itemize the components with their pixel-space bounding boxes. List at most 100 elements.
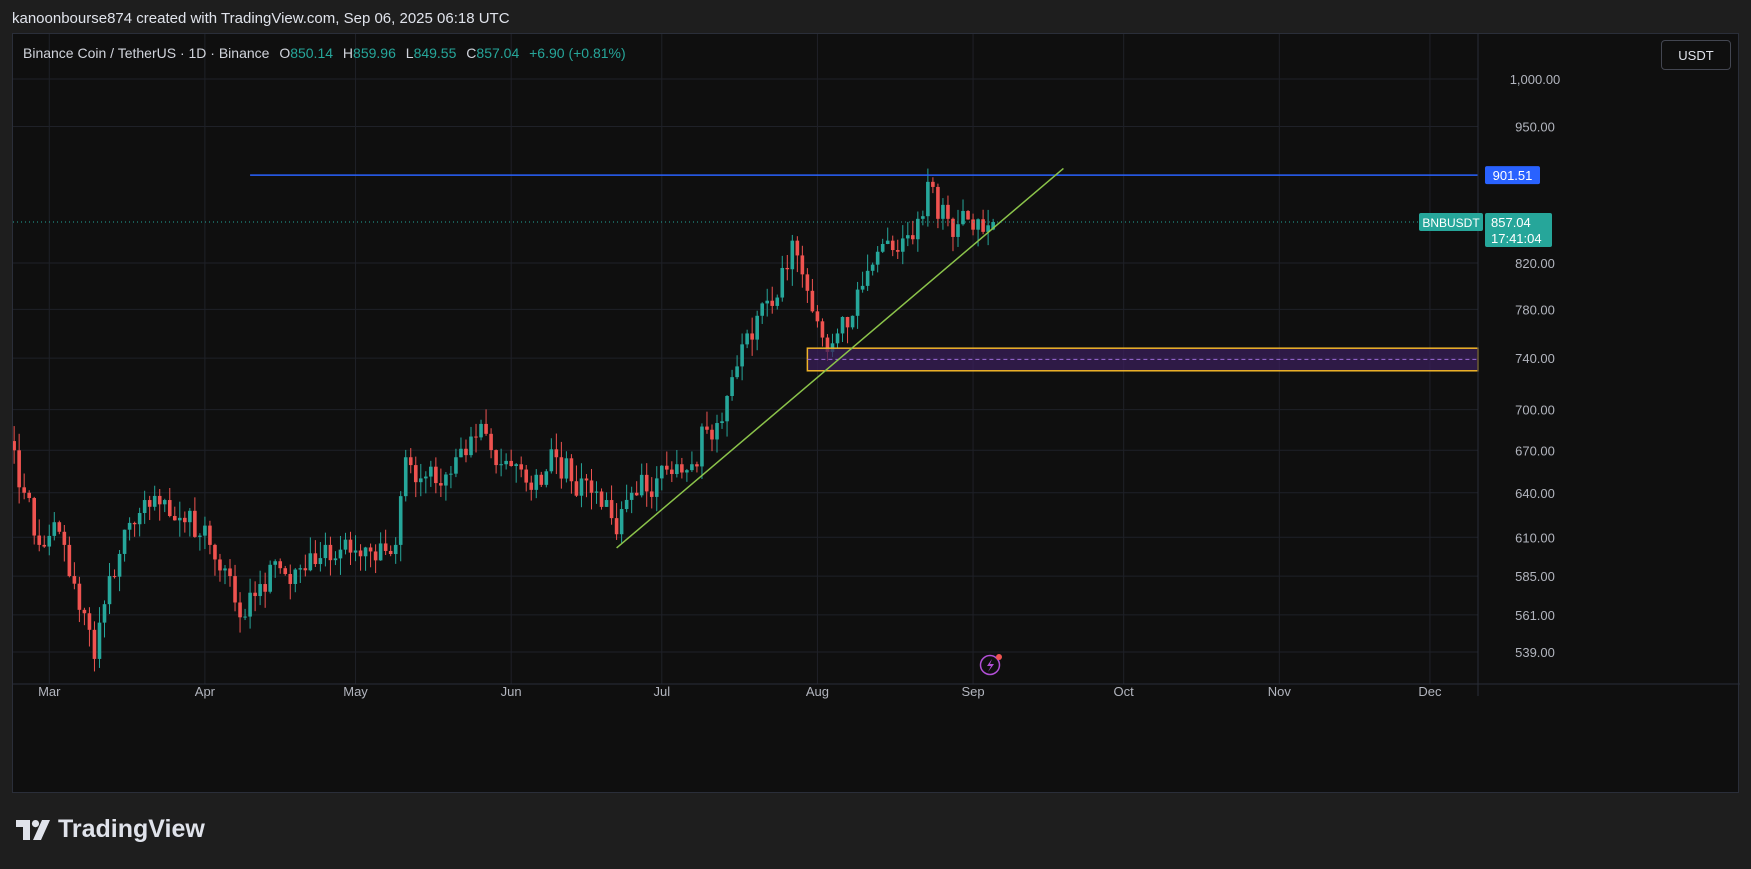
candle-bullish — [454, 448, 458, 478]
candle-body — [408, 457, 413, 466]
candle-bullish — [654, 466, 659, 512]
candle-body — [62, 531, 67, 545]
candle-bullish — [926, 168, 930, 227]
candle-body — [102, 604, 107, 623]
candle-body — [875, 251, 880, 265]
candle-bullish — [921, 210, 925, 226]
candle-bullish — [840, 316, 845, 343]
chart-panel[interactable]: 539.00 561.00 585.00 610.00 640.00 670.00 700.… — [12, 33, 1740, 794]
open-label: O — [279, 45, 291, 61]
time-tick-label: Jul — [653, 684, 670, 699]
price-chart[interactable]: 539.00 561.00 585.00 610.00 640.00 670.00 700.… — [13, 34, 1740, 794]
tradingview-branding[interactable]: TradingView — [16, 815, 205, 844]
candle-body — [248, 592, 252, 617]
candle-bullish — [343, 532, 348, 555]
candle-body — [449, 473, 453, 475]
candle-body — [413, 465, 418, 483]
candle-bearish — [509, 449, 513, 467]
candle-body — [17, 450, 21, 488]
price-tick-label: 539.00 — [1515, 645, 1555, 660]
candle-body — [604, 500, 609, 507]
price-tick-label: 670.00 — [1515, 443, 1555, 458]
candle-body — [976, 219, 980, 230]
candle-body — [37, 535, 42, 545]
candle-body — [519, 464, 524, 470]
candle-body — [670, 469, 674, 475]
candle-body — [665, 465, 669, 470]
open-value: 850.14 — [290, 45, 334, 61]
candle-bullish — [720, 412, 724, 429]
candle-body — [268, 564, 272, 592]
lightning-event-icon[interactable] — [979, 654, 1003, 676]
candle-body — [238, 602, 242, 618]
candle-body — [162, 500, 167, 505]
candle-bullish — [378, 532, 383, 561]
candle-bullish — [850, 315, 855, 330]
candle-bearish — [147, 495, 152, 521]
candle-bullish — [639, 463, 644, 498]
candle-body — [785, 267, 790, 270]
candle-body — [358, 550, 363, 557]
candle-body — [855, 289, 860, 316]
candle-bearish — [263, 572, 267, 608]
currency-button[interactable]: USDT — [1661, 40, 1731, 70]
candle-body — [870, 264, 875, 271]
candle-bearish — [132, 521, 137, 537]
candle-body — [820, 321, 825, 338]
candle-bullish — [760, 302, 764, 324]
candle-body — [213, 544, 217, 560]
candle-body — [644, 474, 649, 492]
candle-body — [529, 482, 534, 490]
candle-body — [418, 478, 423, 483]
candle-bearish — [278, 558, 283, 574]
candle-body — [634, 492, 639, 496]
candle-body — [905, 235, 910, 239]
candle-bullish — [765, 288, 770, 317]
candle-bearish — [368, 543, 373, 568]
candle-body — [107, 576, 112, 605]
candle-body — [649, 491, 654, 497]
candle-bearish — [554, 433, 559, 475]
candle-bearish — [795, 236, 800, 273]
candle-body — [690, 464, 694, 471]
candle-bullish — [499, 448, 503, 477]
candle-bullish — [142, 490, 147, 524]
candle-body — [720, 421, 724, 424]
candle-bullish — [715, 414, 719, 453]
candle-bearish — [67, 536, 72, 578]
candle-body — [82, 609, 87, 614]
candle-bearish — [288, 564, 293, 600]
candle-body — [700, 426, 704, 467]
candle-bullish — [564, 451, 569, 483]
candle-body — [654, 478, 659, 497]
candle-body — [584, 478, 589, 481]
candle-bearish — [519, 456, 524, 478]
candle-body — [840, 316, 845, 334]
candle-bearish — [936, 183, 940, 229]
candle-body — [117, 553, 122, 577]
candle-body — [564, 458, 569, 479]
candle-body — [715, 423, 719, 440]
candle-bullish — [308, 537, 313, 572]
candle-bullish — [393, 537, 398, 564]
candle-bearish — [705, 411, 709, 434]
candle-body — [911, 235, 915, 240]
resistance-price-label: 901.51 — [1485, 166, 1540, 185]
candle-bearish — [208, 520, 212, 555]
candles — [13, 168, 995, 672]
candle-bullish — [986, 209, 990, 246]
candle-bullish — [880, 238, 885, 253]
candle-body — [619, 509, 624, 535]
candle-bearish — [951, 217, 955, 252]
candle-bearish — [383, 529, 388, 556]
candle-bullish — [424, 471, 428, 494]
candle-bullish — [900, 225, 905, 265]
candle-bearish — [313, 540, 318, 567]
candle-body — [790, 240, 795, 270]
candle-bearish — [911, 220, 915, 245]
price-tick-label: 950.00 — [1515, 120, 1555, 135]
candle-bullish — [775, 294, 780, 310]
candle-body — [333, 558, 338, 561]
candle-body — [193, 510, 197, 537]
candle-body — [514, 464, 518, 467]
